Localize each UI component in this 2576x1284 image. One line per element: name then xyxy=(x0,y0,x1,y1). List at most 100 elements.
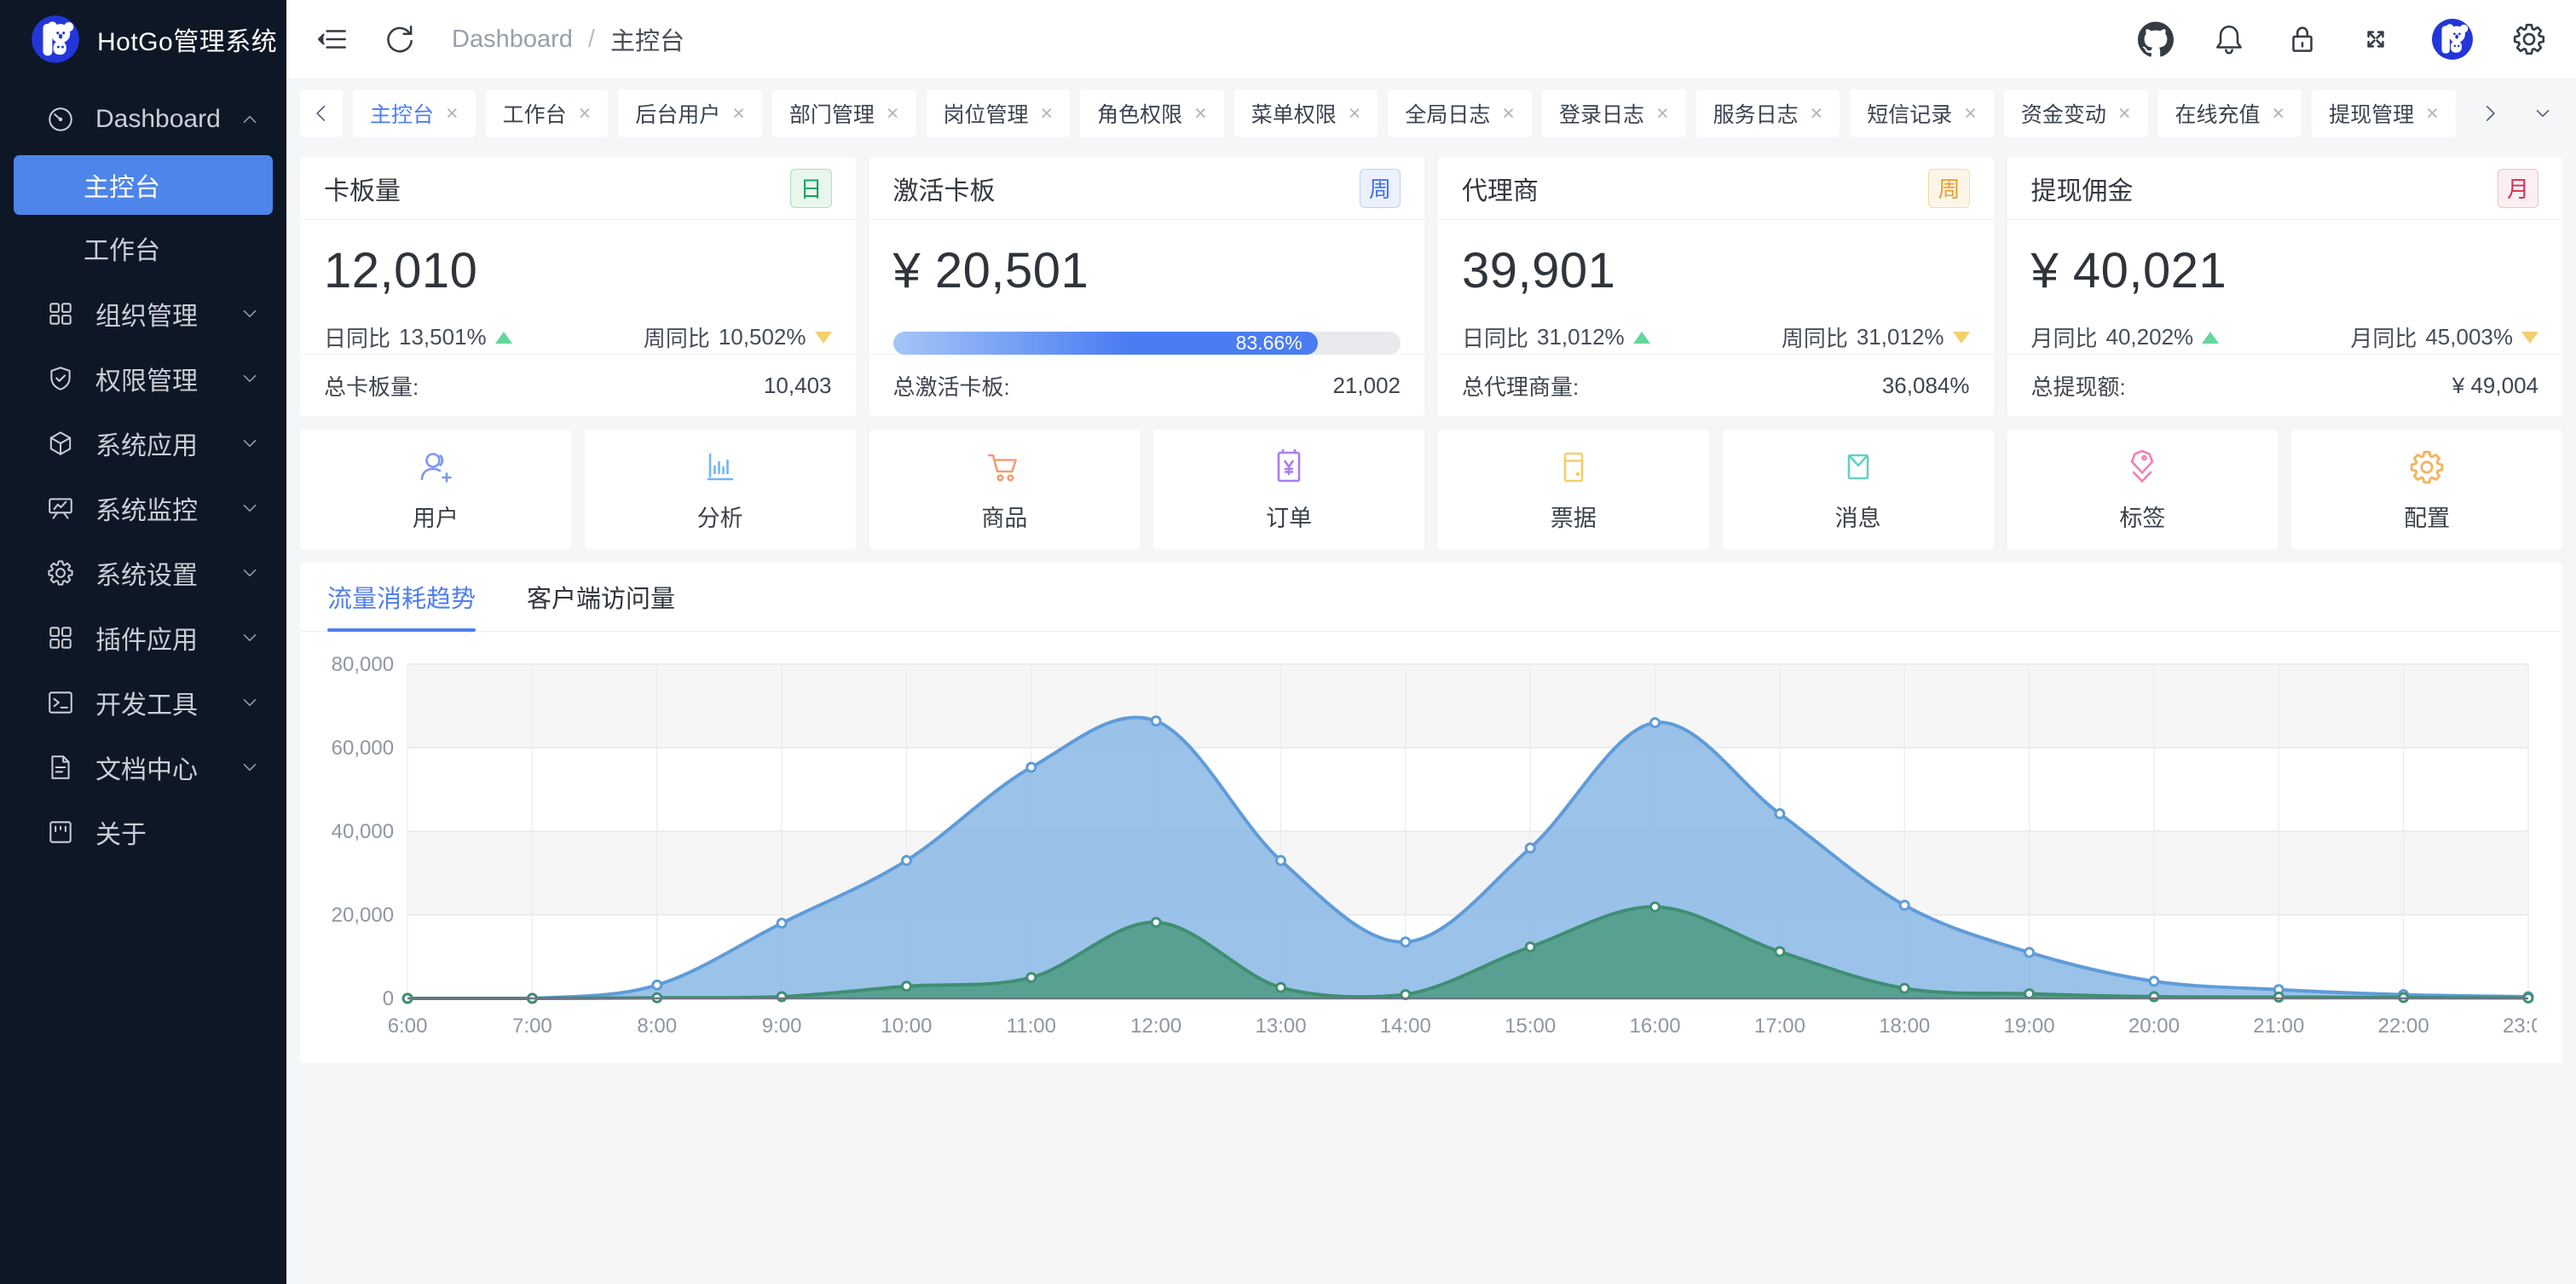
shortcut-7[interactable]: 标签 xyxy=(2007,430,2279,549)
fullscreen-icon[interactable] xyxy=(2358,21,2394,57)
stat-card-body: ¥ 40,021月同比40,202%月同比45,003% xyxy=(2007,220,2563,355)
shortcut-3[interactable]: 商品 xyxy=(869,430,1141,549)
stat-card-compare-row: 日同比13,501%周同比10,502% xyxy=(324,321,832,353)
tab-close-icon[interactable]: × xyxy=(887,101,899,126)
tab-close-icon[interactable]: × xyxy=(1041,101,1054,126)
tab-close-icon[interactable]: × xyxy=(2273,101,2285,126)
stat-card-1: 卡板量日12,010日同比13,501%周同比10,502%总卡板量:10,40… xyxy=(300,157,856,416)
stat-card-header: 代理商周 xyxy=(1438,157,1994,220)
tab-close-icon[interactable]: × xyxy=(1811,101,1823,126)
settings-gear-icon[interactable] xyxy=(2511,21,2547,57)
tab-pill-5[interactable]: 岗位管理× xyxy=(927,90,1071,137)
sidebar-item-devtools[interactable]: 开发工具 xyxy=(0,670,286,735)
trend-up-icon xyxy=(495,332,512,344)
tab-close-icon[interactable]: × xyxy=(1194,101,1207,126)
tab-pill-3[interactable]: 后台用户× xyxy=(618,90,762,137)
stat-card-value: 39,901 xyxy=(1462,242,1970,299)
breadcrumb-root[interactable]: Dashboard xyxy=(452,26,573,54)
data-point-marker xyxy=(777,919,786,928)
tab-pill-1[interactable]: 主控台× xyxy=(353,90,476,137)
stat-card-footer: 总代理商量:36,084% xyxy=(1438,355,1994,416)
sidebar-item-sys-setting[interactable]: 系统设置 xyxy=(0,541,286,605)
compare-value: 31,012% xyxy=(1537,324,1625,350)
sidebar-item-sys-app[interactable]: 系统应用 xyxy=(0,411,286,476)
trend-up-icon xyxy=(2202,332,2219,344)
sidebar-subitem-console[interactable]: 主控台 xyxy=(14,155,273,215)
chevron-down-icon xyxy=(239,303,261,325)
sidebar-subitem-label: 主控台 xyxy=(84,166,160,204)
top-header: Dashboard / 主控台 xyxy=(286,0,2576,78)
tab-close-icon[interactable]: × xyxy=(2118,101,2131,126)
shortcut-1[interactable]: 用户 xyxy=(300,430,571,549)
tab-close-icon[interactable]: × xyxy=(1349,101,1361,126)
tab-close-icon[interactable]: × xyxy=(446,101,459,126)
shortcut-5[interactable]: 票据 xyxy=(1438,430,1709,549)
tab-pill-6[interactable]: 角色权限× xyxy=(1080,90,1224,137)
tab-pill-10[interactable]: 服务日志× xyxy=(1696,90,1840,137)
tab-scroll-left-button[interactable] xyxy=(300,90,343,137)
tag-icon xyxy=(2122,447,2163,488)
grid-icon xyxy=(46,623,75,652)
sidebar-item-about[interactable]: 关于 xyxy=(0,800,286,865)
trend-down-icon xyxy=(1953,332,1970,344)
app-logo[interactable]: HotGo管理系统 xyxy=(0,0,286,78)
shortcut-8[interactable]: 配置 xyxy=(2291,430,2562,549)
github-icon[interactable] xyxy=(2138,21,2174,57)
tab-close-icon[interactable]: × xyxy=(579,101,592,126)
sidebar-item-dashboard[interactable]: Dashboard xyxy=(0,87,286,152)
tab-pill-8[interactable]: 全局日志× xyxy=(1388,90,1532,137)
tab-pill-4[interactable]: 部门管理× xyxy=(772,90,916,137)
stat-compare-item: 日同比13,501% xyxy=(324,321,512,353)
shortcut-2[interactable]: 分析 xyxy=(585,430,856,549)
trend-down-icon xyxy=(815,332,832,344)
shortcut-label: 标签 xyxy=(2119,500,2165,533)
tab-scroll-right-button[interactable] xyxy=(2479,102,2501,124)
compare-label: 月同比 xyxy=(2350,321,2417,353)
tab-pill-12[interactable]: 资金变动× xyxy=(2004,90,2148,137)
sidebar-item-sys-monitor[interactable]: 系统监控 xyxy=(0,476,286,541)
chart-card: 流量消耗趋势客户端访问量 020,00040,00060,00080,0006:… xyxy=(300,563,2562,1063)
sidebar-item-label: 插件应用 xyxy=(95,619,239,656)
tab-close-icon[interactable]: × xyxy=(1502,101,1515,126)
x-axis-tick-label: 17:00 xyxy=(1754,1015,1805,1038)
tab-close-icon[interactable]: × xyxy=(2426,101,2439,126)
tab-bar: 主控台×工作台×后台用户×部门管理×岗位管理×角色权限×菜单权限×全局日志×登录… xyxy=(286,78,2576,148)
bell-icon[interactable] xyxy=(2211,21,2247,57)
sidebar-nav: Dashboard 主控台工作台组织管理权限管理系统应用系统监控系统设置插件应用开… xyxy=(0,78,286,865)
sidebar-item-org[interactable]: 组织管理 xyxy=(0,281,286,346)
menu-fold-icon[interactable] xyxy=(315,21,351,57)
sidebar-item-docs[interactable]: 文档中心 xyxy=(0,735,286,800)
sidebar-item-auth[interactable]: 权限管理 xyxy=(0,346,286,411)
shortcut-6[interactable]: 消息 xyxy=(1723,430,1994,549)
sidebar-subitem-workbench[interactable]: 工作台 xyxy=(14,218,273,278)
sidebar-item-label: 文档中心 xyxy=(95,749,239,786)
compare-value: 13,501% xyxy=(399,324,487,350)
tab-close-icon[interactable]: × xyxy=(1964,101,1977,126)
chart-tab-2[interactable]: 客户端访问量 xyxy=(527,563,675,631)
chart-tab-1[interactable]: 流量消耗趋势 xyxy=(327,563,476,631)
tab-pill-13[interactable]: 在线充值× xyxy=(2158,90,2302,137)
document-icon xyxy=(46,753,75,782)
chart-band xyxy=(407,831,2528,915)
shortcut-label: 订单 xyxy=(1266,500,1312,533)
x-axis-tick-label: 16:00 xyxy=(1630,1015,1681,1038)
tab-pill-7[interactable]: 菜单权限× xyxy=(1234,90,1378,137)
tab-pill-11[interactable]: 短信记录× xyxy=(1850,90,1994,137)
compare-value: 40,202% xyxy=(2106,324,2194,350)
tab-pill-9[interactable]: 登录日志× xyxy=(1542,90,1686,137)
progress-label: 83.66% xyxy=(1236,332,1302,355)
avatar[interactable] xyxy=(2431,18,2474,61)
tab-close-icon[interactable]: × xyxy=(1656,101,1669,126)
lock-icon[interactable] xyxy=(2284,21,2320,57)
tab-pill-2[interactable]: 工作台× xyxy=(486,90,609,137)
shortcut-4[interactable]: 订单 xyxy=(1153,430,1424,549)
tab-dropdown-button[interactable] xyxy=(2532,102,2554,124)
sidebar-group-about: 关于 xyxy=(0,800,286,865)
users-icon xyxy=(415,447,456,488)
sidebar-item-plugin[interactable]: 插件应用 xyxy=(0,605,286,670)
data-point-marker xyxy=(902,982,910,991)
refresh-icon[interactable] xyxy=(382,21,418,57)
tab-pill-14[interactable]: 提现管理× xyxy=(2312,90,2456,137)
stat-card-compare-row: 月同比40,202%月同比45,003% xyxy=(2031,321,2539,353)
tab-close-icon[interactable]: × xyxy=(732,101,745,126)
